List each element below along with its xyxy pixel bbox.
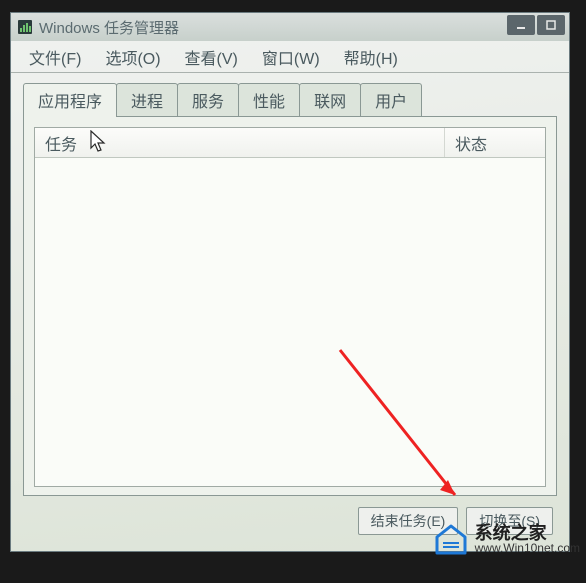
window-controls [507, 15, 565, 35]
maximize-button[interactable] [537, 15, 565, 35]
tab-strip: 应用程序 进程 服务 性能 联网 用户 [11, 73, 569, 117]
column-task[interactable]: 任务 [35, 128, 445, 157]
menu-help[interactable]: 帮助(H) [332, 41, 410, 73]
tab-processes[interactable]: 进程 [116, 83, 178, 117]
watermark-title: 系统之家 [475, 524, 580, 542]
watermark: 系统之家 www.Win10net.com [433, 523, 580, 555]
menu-windows[interactable]: 窗口(W) [250, 41, 332, 73]
tab-network[interactable]: 联网 [299, 83, 361, 117]
menu-options[interactable]: 选项(O) [93, 41, 172, 73]
tab-services[interactable]: 服务 [177, 83, 239, 117]
content-pane: 任务 状态 [23, 116, 557, 496]
menu-view[interactable]: 查看(V) [173, 41, 250, 73]
minimize-button[interactable] [507, 15, 535, 35]
app-icon [17, 19, 33, 35]
column-status[interactable]: 状态 [445, 128, 545, 157]
watermark-url: www.Win10net.com [475, 542, 580, 554]
window-title: Windows 任务管理器 [39, 17, 179, 38]
tab-users[interactable]: 用户 [360, 83, 422, 117]
house-icon [433, 523, 469, 555]
menu-file[interactable]: 文件(F) [17, 41, 93, 73]
list-header: 任务 状态 [35, 128, 545, 158]
task-manager-window: Windows 任务管理器 文件(F) 选项(O) 查看(V) 窗口(W) 帮助… [10, 12, 570, 552]
tab-performance[interactable]: 性能 [238, 83, 300, 117]
task-list[interactable]: 任务 状态 [34, 127, 546, 487]
tab-applications[interactable]: 应用程序 [23, 83, 117, 117]
menubar: 文件(F) 选项(O) 查看(V) 窗口(W) 帮助(H) [11, 41, 569, 73]
titlebar[interactable]: Windows 任务管理器 [11, 13, 569, 41]
